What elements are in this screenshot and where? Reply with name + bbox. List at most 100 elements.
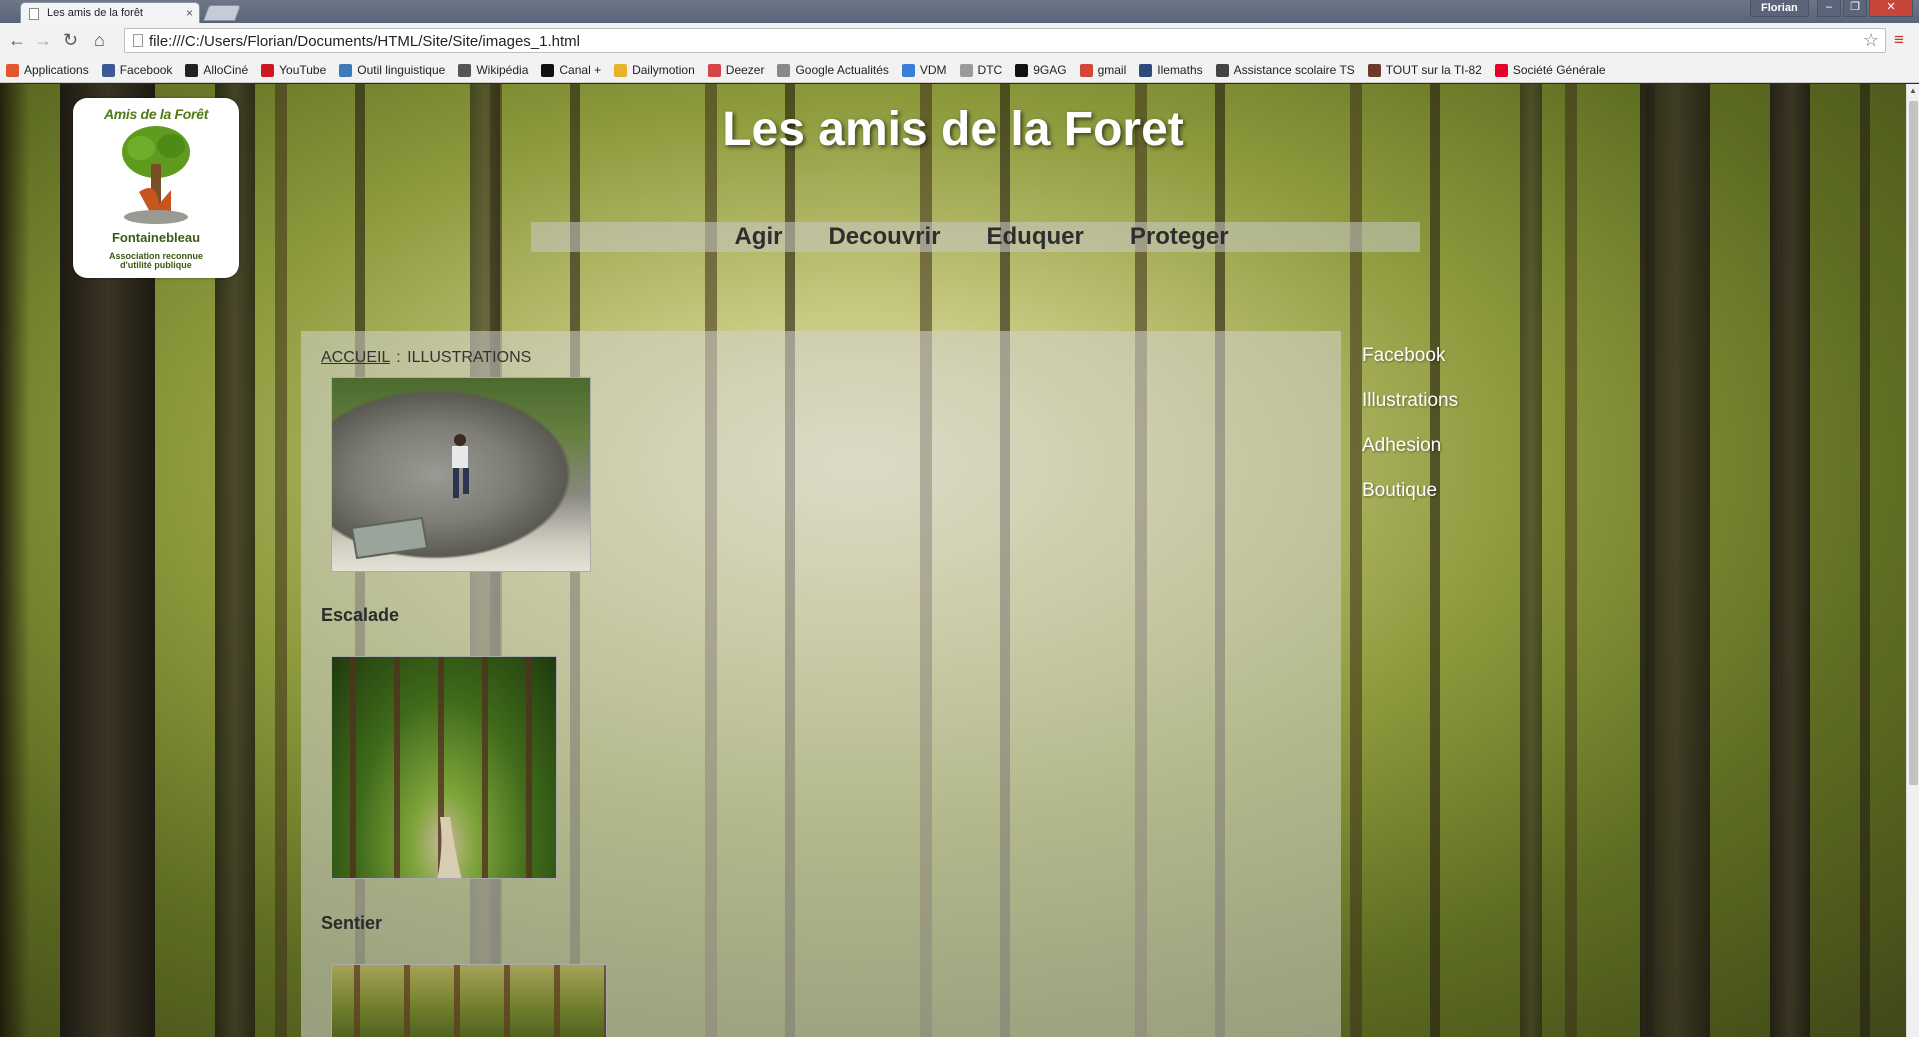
forest-path-photo[interactable]: [331, 656, 557, 879]
content-panel: ACCUEIL : ILLUSTRATIONS Escalade Sentier: [301, 331, 1341, 1037]
ti82-icon: [1367, 63, 1381, 77]
background-tree-trunk: [1520, 84, 1542, 1037]
bookmark-label: Google Actualités: [795, 63, 889, 77]
forest-photo[interactable]: [331, 964, 607, 1037]
nav-proteger[interactable]: Proteger: [1130, 222, 1229, 252]
vdm-icon: [901, 63, 915, 77]
logo-tagline: Association reconnue d'utilité publique: [108, 251, 204, 270]
facebook-icon: [101, 63, 115, 77]
bookmarks-bar: Applications Facebook AlloCiné YouTube Outil…: [0, 58, 1919, 83]
bookmark-item[interactable]: Outil linguistique: [339, 63, 445, 77]
close-window-button[interactable]: ✕: [1869, 0, 1913, 17]
dailymotion-icon: [614, 63, 628, 77]
wikipedia-icon: [458, 63, 472, 77]
back-icon[interactable]: ←: [8, 31, 26, 49]
bookmark-item[interactable]: 9GAG: [1015, 63, 1067, 77]
bookmark-item[interactable]: Wikipédia: [458, 63, 528, 77]
bookmark-label: YouTube: [279, 63, 327, 77]
apps-grid-icon: [6, 63, 19, 77]
new-tab-button[interactable]: [203, 5, 241, 21]
browser-toolbar: ← → ↻ ⌂ file:///C:/Users/Florian/Documen…: [0, 23, 1919, 58]
gallery-caption: Escalade: [321, 605, 400, 625]
bookmark-item[interactable]: Google Actualités: [777, 63, 889, 77]
address-bar[interactable]: file:///C:/Users/Florian/Documents/HTML/…: [124, 28, 1886, 53]
page-viewport: Amis de la Forêt Fontainebleau Associati…: [0, 84, 1906, 1037]
reload-icon[interactable]: ↻: [63, 31, 78, 49]
bookmark-item[interactable]: Ilemaths: [1139, 63, 1203, 77]
linguistic-tool-icon: [339, 63, 353, 77]
climber-figure-icon: [350, 434, 469, 560]
breadcrumb: ACCUEIL : ILLUSTRATIONS: [321, 349, 531, 367]
bookmark-label: Wikipédia: [476, 63, 529, 77]
nav-decouvrir[interactable]: Decouvrir: [828, 222, 940, 252]
tab-close-icon[interactable]: ×: [186, 6, 193, 20]
bookmark-item[interactable]: Applications: [6, 63, 89, 77]
bookmark-item[interactable]: gmail: [1079, 63, 1127, 77]
bookmark-label: 9GAG: [1033, 63, 1067, 77]
bookmark-item[interactable]: Facebook: [101, 63, 173, 77]
profile-button[interactable]: Florian: [1750, 0, 1809, 17]
breadcrumb-home-link[interactable]: ACCUEIL: [321, 349, 390, 366]
nav-eduquer[interactable]: Eduquer: [987, 222, 1084, 252]
bookmark-item[interactable]: YouTube: [261, 63, 326, 77]
bookmark-item[interactable]: AlloCiné: [185, 63, 248, 77]
home-icon[interactable]: ⌂: [94, 31, 105, 49]
address-url[interactable]: file:///C:/Users/Florian/Documents/HTML/…: [149, 33, 580, 50]
file-page-icon: [133, 34, 143, 47]
bookmark-label: VDM: [919, 63, 947, 77]
background-tree-trunk: [1640, 84, 1710, 1037]
side-link-facebook[interactable]: Facebook: [1362, 342, 1458, 387]
bookmark-label: Dailymotion: [632, 63, 695, 77]
societe-generale-icon: [1494, 63, 1508, 77]
bookmark-item[interactable]: Société Générale: [1494, 63, 1606, 77]
browser-tab[interactable]: Les amis de la forêt ×: [20, 2, 200, 24]
9gag-icon: [1015, 63, 1029, 77]
bookmark-item[interactable]: VDM: [901, 63, 947, 77]
main-nav: Agir Decouvrir Eduquer Proteger: [531, 222, 1420, 252]
forward-icon[interactable]: →: [34, 31, 52, 49]
gallery-caption: Sentier: [321, 913, 383, 933]
side-link-adhesion[interactable]: Adhesion: [1362, 432, 1458, 477]
assistance-scolaire-icon: [1215, 63, 1229, 77]
google-news-icon: [777, 63, 791, 77]
bookmark-label: Facebook: [119, 63, 173, 77]
side-links: Facebook Illustrations Adhesion Boutique: [1362, 342, 1458, 522]
climbing-photo[interactable]: [331, 377, 591, 572]
dtc-icon: [959, 63, 973, 77]
nav-agir[interactable]: Agir: [734, 222, 782, 252]
youtube-icon: [261, 63, 275, 77]
bookmark-label: TOUT sur la TI-82: [1385, 63, 1482, 77]
bookmark-item[interactable]: TOUT sur la TI-82: [1367, 63, 1482, 77]
background-tree-trunk: [1770, 84, 1810, 1037]
side-link-boutique[interactable]: Boutique: [1362, 477, 1458, 522]
canal-plus-icon: [541, 63, 555, 77]
bookmark-star-icon[interactable]: ☆: [1863, 30, 1879, 51]
tab-title: Les amis de la forêt: [47, 7, 143, 19]
side-link-illustrations[interactable]: Illustrations: [1362, 387, 1458, 432]
breadcrumb-current: ILLUSTRATIONS: [407, 349, 532, 366]
page-scrollbar[interactable]: ▲: [1906, 84, 1919, 1037]
bookmark-label: gmail: [1097, 63, 1127, 77]
scrollbar-thumb[interactable]: [1909, 101, 1918, 785]
bookmark-item[interactable]: Canal +: [541, 63, 601, 77]
path-illustration-icon: [437, 817, 462, 878]
bookmark-item[interactable]: Deezer: [707, 63, 765, 77]
deezer-icon: [707, 63, 721, 77]
breadcrumb-separator: :: [396, 349, 401, 366]
bookmark-label: Canal +: [559, 63, 602, 77]
page-favicon-icon: [29, 8, 39, 20]
allocine-icon: [185, 63, 199, 77]
browser-titlebar: Les amis de la forêt × Florian – ❐ ✕: [0, 0, 1919, 24]
bookmark-item[interactable]: Assistance scolaire TS: [1215, 63, 1355, 77]
chrome-menu-icon[interactable]: ≡: [1894, 31, 1904, 49]
bookmark-item[interactable]: Dailymotion: [614, 63, 695, 77]
minimize-button[interactable]: –: [1817, 0, 1841, 17]
bookmark-item[interactable]: DTC: [959, 63, 1002, 77]
restore-button[interactable]: ❐: [1843, 0, 1867, 17]
scroll-up-icon[interactable]: ▲: [1909, 86, 1917, 95]
site-title: Les amis de la Foret: [722, 103, 1184, 156]
bookmark-label: Deezer: [725, 63, 765, 77]
bookmark-label: Société Générale: [1512, 63, 1606, 77]
bookmark-label: Applications: [24, 63, 89, 77]
gmail-icon: [1079, 63, 1093, 77]
